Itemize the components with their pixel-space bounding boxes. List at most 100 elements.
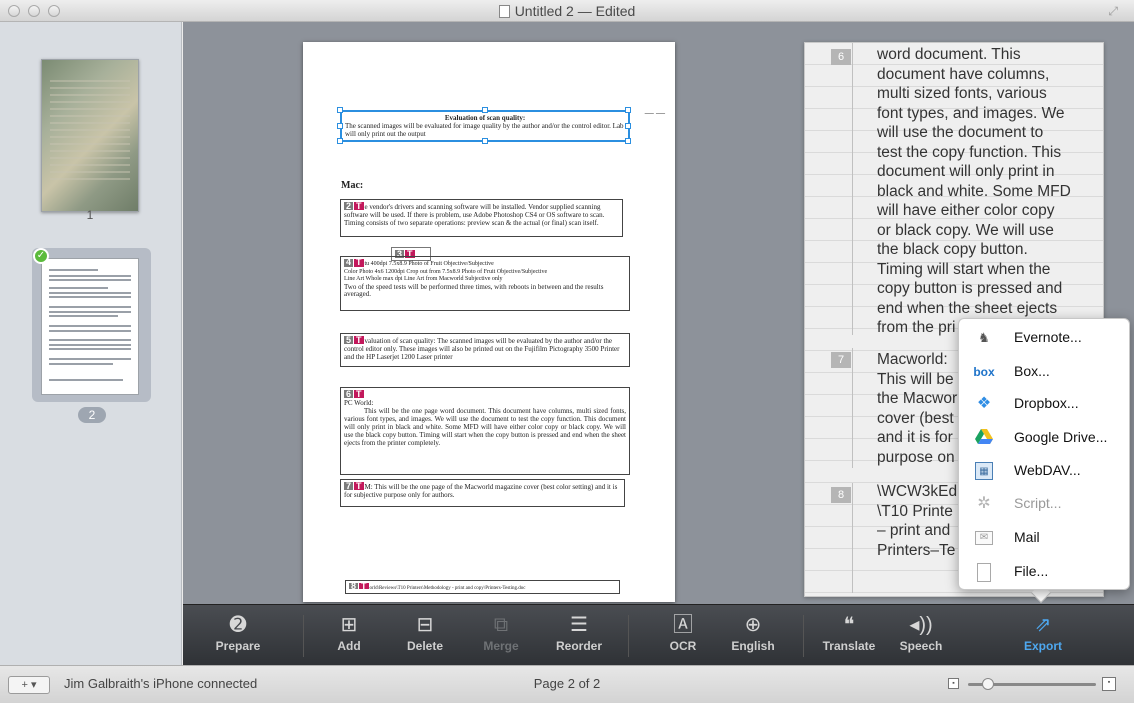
window-title: Untitled 2 — Edited	[514, 3, 636, 19]
zoom-in-icon[interactable]: ▪	[1102, 677, 1116, 691]
share-icon: ⇗	[1034, 614, 1052, 636]
block-6-text: This will be the one page word document.…	[344, 407, 626, 447]
add-region-icon: ⊞	[340, 614, 358, 636]
page-thumbnail-1[interactable]	[41, 59, 139, 212]
export-button[interactable]: ⇗ Export	[1003, 611, 1083, 653]
text-item-number: 6	[831, 49, 851, 65]
menu-item-webdav[interactable]: ▦ WebDAV...	[959, 454, 1131, 488]
mail-icon: ✉	[975, 531, 993, 545]
resize-handle[interactable]	[625, 138, 631, 144]
merge-button[interactable]: ⧉ Merge	[461, 611, 541, 653]
text-type-tag: T	[359, 581, 369, 591]
document-icon	[498, 5, 510, 18]
text-type-tag: T	[354, 481, 364, 491]
fullscreen-icon[interactable]: ⤢	[1108, 4, 1118, 19]
menu-item-box[interactable]: box Box...	[959, 355, 1131, 389]
menu-item-dropbox[interactable]: ❖ Dropbox...	[959, 387, 1131, 421]
page-number-2-badge: 2	[78, 407, 106, 423]
text-divider	[852, 483, 853, 593]
resize-handle[interactable]	[625, 107, 631, 113]
prepare-icon: ➋	[229, 614, 247, 636]
resize-handle[interactable]	[337, 123, 343, 129]
text-block-6[interactable]: 6T PC World: This will be the one page w…	[340, 387, 630, 475]
page-thumbnail-2[interactable]	[41, 258, 139, 395]
status-bar: + ▾ Jim Galbraith's iPhone connected Pag…	[0, 665, 1134, 703]
block-1-text: The scanned images will be evaluated for…	[345, 122, 624, 138]
mac-heading: Mac:	[341, 180, 364, 191]
ocr-button[interactable]: 🄰 OCR	[643, 611, 723, 653]
table-row: tu 400dpi 7.5x8.9 Photo of Fruit Objecti…	[364, 261, 494, 267]
block-7-text: M: This will be the one page of the Macw…	[344, 483, 618, 499]
speech-button[interactable]: ◂)) Speech	[881, 611, 961, 653]
toolbar-divider	[628, 615, 629, 657]
text-item-number: 8	[831, 487, 851, 503]
zoom-knob[interactable]	[982, 678, 994, 690]
text-block-5[interactable]: 5 Tvaluation of scan quality: The scanned…	[340, 333, 630, 367]
delete-region-icon: ⊟	[416, 614, 434, 636]
menu-item-file[interactable]: File...	[959, 555, 1131, 589]
google-drive-icon	[975, 429, 993, 447]
text-block-2[interactable]: 2Te vendor's drivers and scanning softwa…	[340, 199, 623, 237]
block-number-tag: 8	[349, 581, 359, 591]
speech-bubbles-icon: ❝	[843, 614, 855, 636]
add-button[interactable]: ⊞ Add	[309, 611, 389, 653]
block-6-heading: PC World:	[344, 399, 374, 407]
export-menu: ♞ Evernote... box Box... ❖ Dropbox... Go…	[958, 318, 1130, 590]
box-icon: box	[973, 365, 995, 379]
window-title-wrap: Untitled 2 — Edited	[0, 3, 1134, 19]
document-page: — — Evaluation of scan quality: The scan…	[303, 42, 675, 602]
text-type-tag: T	[354, 389, 364, 399]
resize-handle[interactable]	[337, 107, 343, 113]
resize-handle[interactable]	[337, 138, 343, 144]
block-number-tag: 2	[344, 201, 354, 211]
resize-handle[interactable]	[482, 107, 488, 113]
text-divider	[852, 43, 853, 335]
gear-icon: ✲	[977, 495, 991, 512]
menu-item-script[interactable]: ✲ Script...	[959, 487, 1131, 521]
prepare-button[interactable]: ➋ Prepare	[198, 611, 278, 653]
table-block-4[interactable]: 4 Ttu 400dpi 7.5x8.9 Photo of Fruit Objec…	[340, 256, 630, 311]
page-thumbnails-sidebar: 1 ✓ 2	[0, 22, 182, 665]
resize-handle[interactable]	[482, 138, 488, 144]
toolbar-divider	[303, 615, 304, 657]
ocr-icon: 🄰	[673, 614, 693, 636]
selected-checkmark-icon: ✓	[33, 248, 49, 264]
text-type-tag: T	[354, 201, 364, 211]
block-5-text: valuation of scan quality: The scanned i…	[344, 337, 620, 361]
block-1-title: Evaluation of scan quality:	[444, 114, 526, 122]
text-divider	[852, 348, 853, 468]
zoom-out-icon[interactable]: ▪	[948, 678, 959, 689]
webdav-icon: ▦	[975, 462, 993, 480]
block-2-text: e vendor's drivers and scanning software…	[344, 203, 605, 227]
reorder-button[interactable]: ☰ Reorder	[539, 611, 619, 653]
text-block-7[interactable]: 7 T M: This will be the one page of the Ma…	[340, 479, 625, 507]
delete-button[interactable]: ⊟ Delete	[385, 611, 465, 653]
resize-handle[interactable]	[625, 123, 631, 129]
title-bar: Untitled 2 — Edited ⤢	[0, 0, 1134, 22]
block-number-tag: 5	[344, 335, 354, 345]
block-8-text: orld\Reviews\T10 Printers\Methodology - …	[369, 586, 526, 591]
table-row: Color Photo 4x6 1200dpi Crop out from 7.…	[344, 268, 548, 275]
text-block-8[interactable]: 8 Torld\Reviews\T10 Printers\Methodology …	[345, 580, 620, 594]
toolbar-divider	[803, 615, 804, 657]
evernote-icon: ♞	[978, 330, 990, 345]
menu-item-evernote[interactable]: ♞ Evernote...	[959, 321, 1131, 355]
merge-icon: ⧉	[493, 614, 509, 636]
menu-item-google-drive[interactable]: Google Drive...	[959, 421, 1131, 455]
text-item-6[interactable]: word document. This document have column…	[877, 45, 1099, 338]
zoom-slider[interactable]: ▪ ▪	[948, 675, 1123, 695]
text-type-tag: T	[354, 335, 364, 345]
block-number-tag: 4	[344, 257, 354, 267]
block-4-text: Two of the speed tests will be performed…	[344, 282, 604, 298]
menu-item-mail[interactable]: ✉ Mail	[959, 521, 1131, 555]
dropbox-icon: ❖	[976, 395, 992, 412]
app-window: Untitled 2 — Edited ⤢ 1 ✓ 2 — — Evaluati…	[0, 0, 1134, 703]
page-number-1: 1	[86, 208, 94, 222]
reorder-icon: ☰	[570, 614, 588, 636]
translate-button[interactable]: ❝ Translate	[809, 611, 889, 653]
text-item-number: 7	[831, 352, 851, 368]
english-button[interactable]: ⊕ English	[713, 611, 793, 653]
page-header-mark: — —	[644, 108, 665, 118]
speaker-icon: ◂))	[909, 614, 933, 636]
block-number-tag: 6	[344, 389, 354, 399]
